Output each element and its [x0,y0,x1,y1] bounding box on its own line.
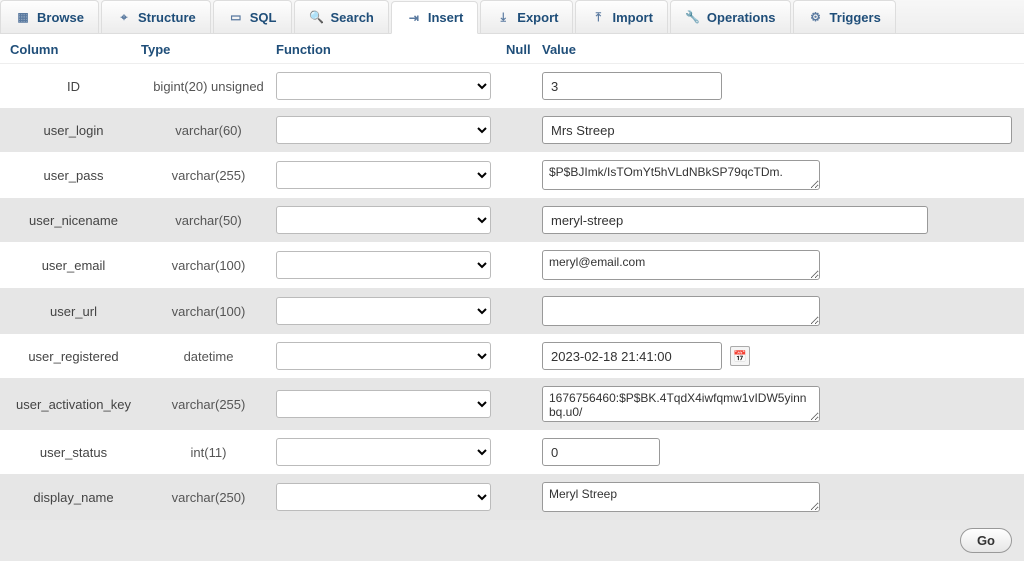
triggers-icon: ⚙ [808,9,824,25]
tab-search[interactable]: 🔍 Search [294,0,389,33]
function-select-user-login[interactable] [276,116,491,144]
value-input-user-status[interactable] [542,438,660,466]
col-type: varchar(255) [141,397,276,412]
col-type: varchar(255) [141,168,276,183]
tab-import[interactable]: ⤒ Import [575,0,667,33]
tab-label: Operations [707,10,776,25]
row-user-pass: user_pass varchar(255) [0,152,1024,198]
row-user-activation-key: user_activation_key varchar(255) [0,378,1024,430]
value-input-user-pass[interactable] [542,160,820,190]
row-user-status: user_status int(11) [0,430,1024,474]
col-type: varchar(100) [141,304,276,319]
function-select-user-registered[interactable] [276,342,491,370]
col-name: user_activation_key [6,397,141,412]
col-name: user_registered [6,349,141,364]
col-type: varchar(100) [141,258,276,273]
col-name: user_pass [6,168,141,183]
col-name: user_login [6,123,141,138]
tab-label: SQL [250,10,277,25]
tab-insert[interactable]: ⇥ Insert [391,1,478,34]
tab-operations[interactable]: 🔧 Operations [670,0,791,33]
footer-bar: Go [0,520,1024,561]
row-user-email: user_email varchar(100) [0,242,1024,288]
value-input-id[interactable] [542,72,722,100]
function-select-user-activation-key[interactable] [276,390,491,418]
tab-label: Search [331,10,374,25]
tab-structure[interactable]: ⌖ Structure [101,0,211,33]
value-input-user-registered[interactable] [542,342,722,370]
row-user-url: user_url varchar(100) [0,288,1024,334]
tab-browse[interactable]: ▦ Browse [0,0,99,33]
col-name: user_email [6,258,141,273]
structure-icon: ⌖ [116,9,132,25]
tab-label: Browse [37,10,84,25]
row-user-registered: user_registered datetime 📅 [0,334,1024,378]
value-input-user-email[interactable] [542,250,820,280]
row-id: ID bigint(20) unsigned [0,64,1024,108]
col-type: bigint(20) unsigned [141,79,276,94]
header-column[interactable]: Column [6,42,141,57]
tab-export[interactable]: ⤓ Export [480,0,573,33]
tab-label: Triggers [830,10,881,25]
function-select-user-status[interactable] [276,438,491,466]
function-select-display-name[interactable] [276,483,491,511]
tabs-bar: ▦ Browse ⌖ Structure ▭ SQL 🔍 Search ⇥ In… [0,0,1024,34]
value-input-user-activation-key[interactable] [542,386,820,422]
header-value[interactable]: Value [542,42,1018,57]
col-type: varchar(50) [141,213,276,228]
function-select-user-email[interactable] [276,251,491,279]
browse-icon: ▦ [15,9,31,25]
function-select-user-nicename[interactable] [276,206,491,234]
col-name: user_nicename [6,213,141,228]
calendar-icon[interactable]: 📅 [730,346,750,366]
go-button[interactable]: Go [960,528,1012,553]
tab-triggers[interactable]: ⚙ Triggers [793,0,896,33]
header-null[interactable]: Null [506,42,542,57]
col-name: ID [6,79,141,94]
sql-icon: ▭ [228,9,244,25]
tab-label: Structure [138,10,196,25]
export-icon: ⤓ [495,9,511,25]
row-display-name: display_name varchar(250) [0,474,1024,520]
search-icon: 🔍 [309,9,325,25]
header-type[interactable]: Type [141,42,276,57]
insert-icon: ⇥ [406,10,422,26]
value-input-display-name[interactable] [542,482,820,512]
import-icon: ⤒ [590,9,606,25]
row-user-login: user_login varchar(60) [0,108,1024,152]
tab-label: Import [612,10,652,25]
function-select-id[interactable] [276,72,491,100]
header-function[interactable]: Function [276,42,506,57]
row-user-nicename: user_nicename varchar(50) [0,198,1024,242]
column-headers: Column Type Function Null Value [0,34,1024,64]
function-select-user-pass[interactable] [276,161,491,189]
col-type: varchar(250) [141,490,276,505]
col-type: int(11) [141,445,276,460]
tab-label: Insert [428,10,463,25]
col-name: display_name [6,490,141,505]
col-name: user_url [6,304,141,319]
tab-sql[interactable]: ▭ SQL [213,0,292,33]
value-input-user-nicename[interactable] [542,206,928,234]
tab-label: Export [517,10,558,25]
col-type: datetime [141,349,276,364]
operations-icon: 🔧 [685,9,701,25]
value-input-user-login[interactable] [542,116,1012,144]
value-input-user-url[interactable] [542,296,820,326]
function-select-user-url[interactable] [276,297,491,325]
col-type: varchar(60) [141,123,276,138]
col-name: user_status [6,445,141,460]
